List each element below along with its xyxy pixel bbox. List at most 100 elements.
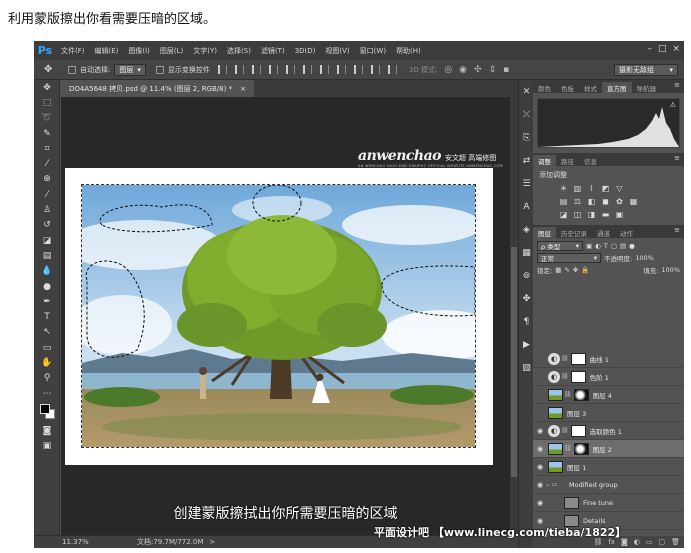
lasso-tool-icon[interactable]: ➰ (34, 111, 60, 126)
folder-icon[interactable]: ⌄ ▭ (545, 481, 565, 488)
menu-image[interactable]: 图像(I) (123, 46, 155, 56)
tab-channels[interactable]: 通道 (592, 227, 615, 238)
marquee-tool-icon[interactable]: ⬚ (34, 95, 60, 110)
crop-tool-icon[interactable]: ⌗ (34, 141, 60, 156)
fill-value[interactable]: 100% (661, 266, 680, 274)
roll-3d-icon[interactable]: ◉ (459, 65, 467, 75)
trash-icon[interactable]: 🗑 (671, 538, 680, 546)
tab-styles[interactable]: 样式 (579, 82, 602, 93)
show-transform-checkbox[interactable] (155, 65, 164, 74)
distribute-bottom-icon[interactable] (353, 65, 363, 74)
layer-row[interactable]: ◐ ⛓ 色阶 1 (533, 368, 684, 386)
zoom-tool-icon[interactable]: ⚲ (34, 371, 60, 386)
more-tools-icon[interactable]: ⋯ (34, 386, 60, 401)
move-tool-icon[interactable]: ✥ (34, 80, 60, 95)
menu-3d[interactable]: 3D(D) (290, 47, 321, 55)
tab-history[interactable]: 历史记录 (556, 227, 592, 238)
filter-shape-icon[interactable]: ▢ (611, 242, 617, 250)
lock-all-icon[interactable]: 🔒 (581, 266, 589, 274)
tab-layers[interactable]: 图层 (533, 227, 556, 238)
tab-histogram[interactable]: 直方图 (602, 82, 632, 93)
menu-edit[interactable]: 编辑(E) (90, 46, 124, 56)
slide-3d-icon[interactable]: ⇕ (489, 65, 497, 75)
layer-row[interactable]: ◐ ⛓ 曲线 1 (533, 350, 684, 368)
properties-icon[interactable]: ☰ (519, 172, 534, 195)
eye-icon[interactable]: ◉ (535, 445, 545, 453)
close-button[interactable]: × (672, 44, 680, 54)
menu-layer[interactable]: 图层(L) (155, 46, 188, 56)
3d-icon[interactable]: ◈ (519, 218, 534, 241)
exposure-icon[interactable]: ◩ (601, 184, 610, 193)
posterize-icon[interactable]: ◫ (573, 210, 582, 219)
menu-file[interactable]: 文件(F) (56, 46, 90, 56)
wedding-photo[interactable] (81, 184, 476, 448)
new-layer-icon[interactable]: ▢ (658, 538, 665, 546)
tab-navigator[interactable]: 导航器 (632, 82, 662, 93)
eyedropper-tool-icon[interactable]: ⁄ (34, 156, 60, 171)
tab-color[interactable]: 颜色 (533, 82, 556, 93)
align-bottom-icon[interactable] (251, 65, 261, 74)
layer-row[interactable]: ⛓ 图层 4 (533, 386, 684, 404)
blur-tool-icon[interactable]: 💧 (34, 264, 60, 279)
layer-row[interactable]: ◉ ◐ ⛓ 选取颜色 1 (533, 422, 684, 440)
lock-position-icon[interactable]: ✥ (573, 266, 578, 274)
path-select-tool-icon[interactable]: ↖ (34, 325, 60, 340)
threshold-icon[interactable]: ◨ (587, 210, 596, 219)
layer-row[interactable]: ◉ ⌄ ▭ Modified group (533, 476, 684, 494)
filter-adjust-icon[interactable]: ◐ (595, 242, 601, 250)
rectangle-tool-icon[interactable]: ▭ (34, 340, 60, 355)
align-left-icon[interactable] (268, 65, 278, 74)
gradient-map-icon[interactable]: ▬ (601, 210, 610, 219)
document-tab[interactable]: DO4A5648 拷贝.psd @ 11.4% (图层 2, RGB/8) * … (61, 80, 254, 97)
clone-source-icon[interactable]: ⎘ (519, 126, 534, 149)
layer-kind-filter[interactable]: ρ 类型 ▾ (537, 241, 583, 251)
paragraph-icon[interactable]: ¶ (519, 310, 534, 333)
drag-3d-icon[interactable]: ✣ (474, 65, 482, 75)
scrollbar-thumb[interactable] (511, 247, 517, 477)
eye-icon[interactable]: ◉ (535, 499, 545, 507)
panel-menu-icon[interactable]: ≡ (674, 81, 680, 89)
hand-tool-icon[interactable]: ✋ (34, 355, 60, 370)
screen-mode-icon[interactable]: ▣ (34, 439, 60, 454)
menu-filter[interactable]: 滤镜(T) (256, 46, 290, 56)
layer-row[interactable]: ◉ Fine tune (533, 494, 684, 512)
align-top-icon[interactable] (217, 65, 227, 74)
character-icon[interactable]: A (519, 195, 534, 218)
hue-saturation-icon[interactable]: ▤ (559, 197, 568, 206)
selective-color-icon[interactable]: ▣ (615, 210, 624, 219)
pen-tool-icon[interactable]: ✒ (34, 294, 60, 309)
distribute-top-icon[interactable] (319, 65, 329, 74)
color-swatches[interactable] (34, 401, 60, 423)
zoom-level[interactable]: 11.37% (34, 538, 107, 546)
lock-transparent-icon[interactable]: ▦ (555, 266, 561, 274)
link-icon[interactable]: ⛓ (561, 355, 569, 362)
dodge-tool-icon[interactable]: ● (34, 279, 60, 294)
auto-select-checkbox[interactable] (68, 65, 76, 74)
brush-tool-icon[interactable]: ⁄ (34, 187, 60, 202)
menu-select[interactable]: 选择(S) (222, 46, 256, 56)
healing-brush-tool-icon[interactable]: ⊕ (34, 172, 60, 187)
warning-icon[interactable]: ⚠ (670, 101, 676, 109)
maximize-button[interactable]: □ (658, 44, 667, 54)
filter-type-icon[interactable]: T (604, 242, 608, 250)
tab-paths[interactable]: 路径 (556, 155, 579, 166)
align-right-icon[interactable] (302, 65, 312, 74)
quick-select-tool-icon[interactable]: ✎ (34, 126, 60, 141)
channel-mixer-icon[interactable]: ✿ (615, 197, 624, 206)
photo-filter-icon[interactable]: ◼ (601, 197, 610, 206)
layer-mask-thumbnail[interactable] (573, 442, 589, 455)
type-tool-icon[interactable]: T (34, 309, 60, 324)
layer-row[interactable]: ◉ 图层 1 (533, 458, 684, 476)
timeline-icon[interactable]: ⊚ (519, 264, 534, 287)
tab-actions[interactable]: 动作 (615, 227, 638, 238)
swatch-icon[interactable]: ▦ (519, 241, 534, 264)
menu-help[interactable]: 帮助(H) (391, 46, 426, 56)
invert-icon[interactable]: ◪ (559, 210, 568, 219)
filter-toggle-icon[interactable]: ● (629, 242, 635, 250)
eye-icon[interactable]: ◉ (535, 427, 545, 435)
brush-presets-icon[interactable]: ✤ (519, 287, 534, 310)
actions-icon[interactable]: ▶ (519, 333, 534, 356)
tab-swatches[interactable]: 色板 (556, 82, 579, 93)
link-icon[interactable]: ⛓ (561, 427, 569, 434)
color-lookup-icon[interactable]: ▦ (629, 197, 638, 206)
